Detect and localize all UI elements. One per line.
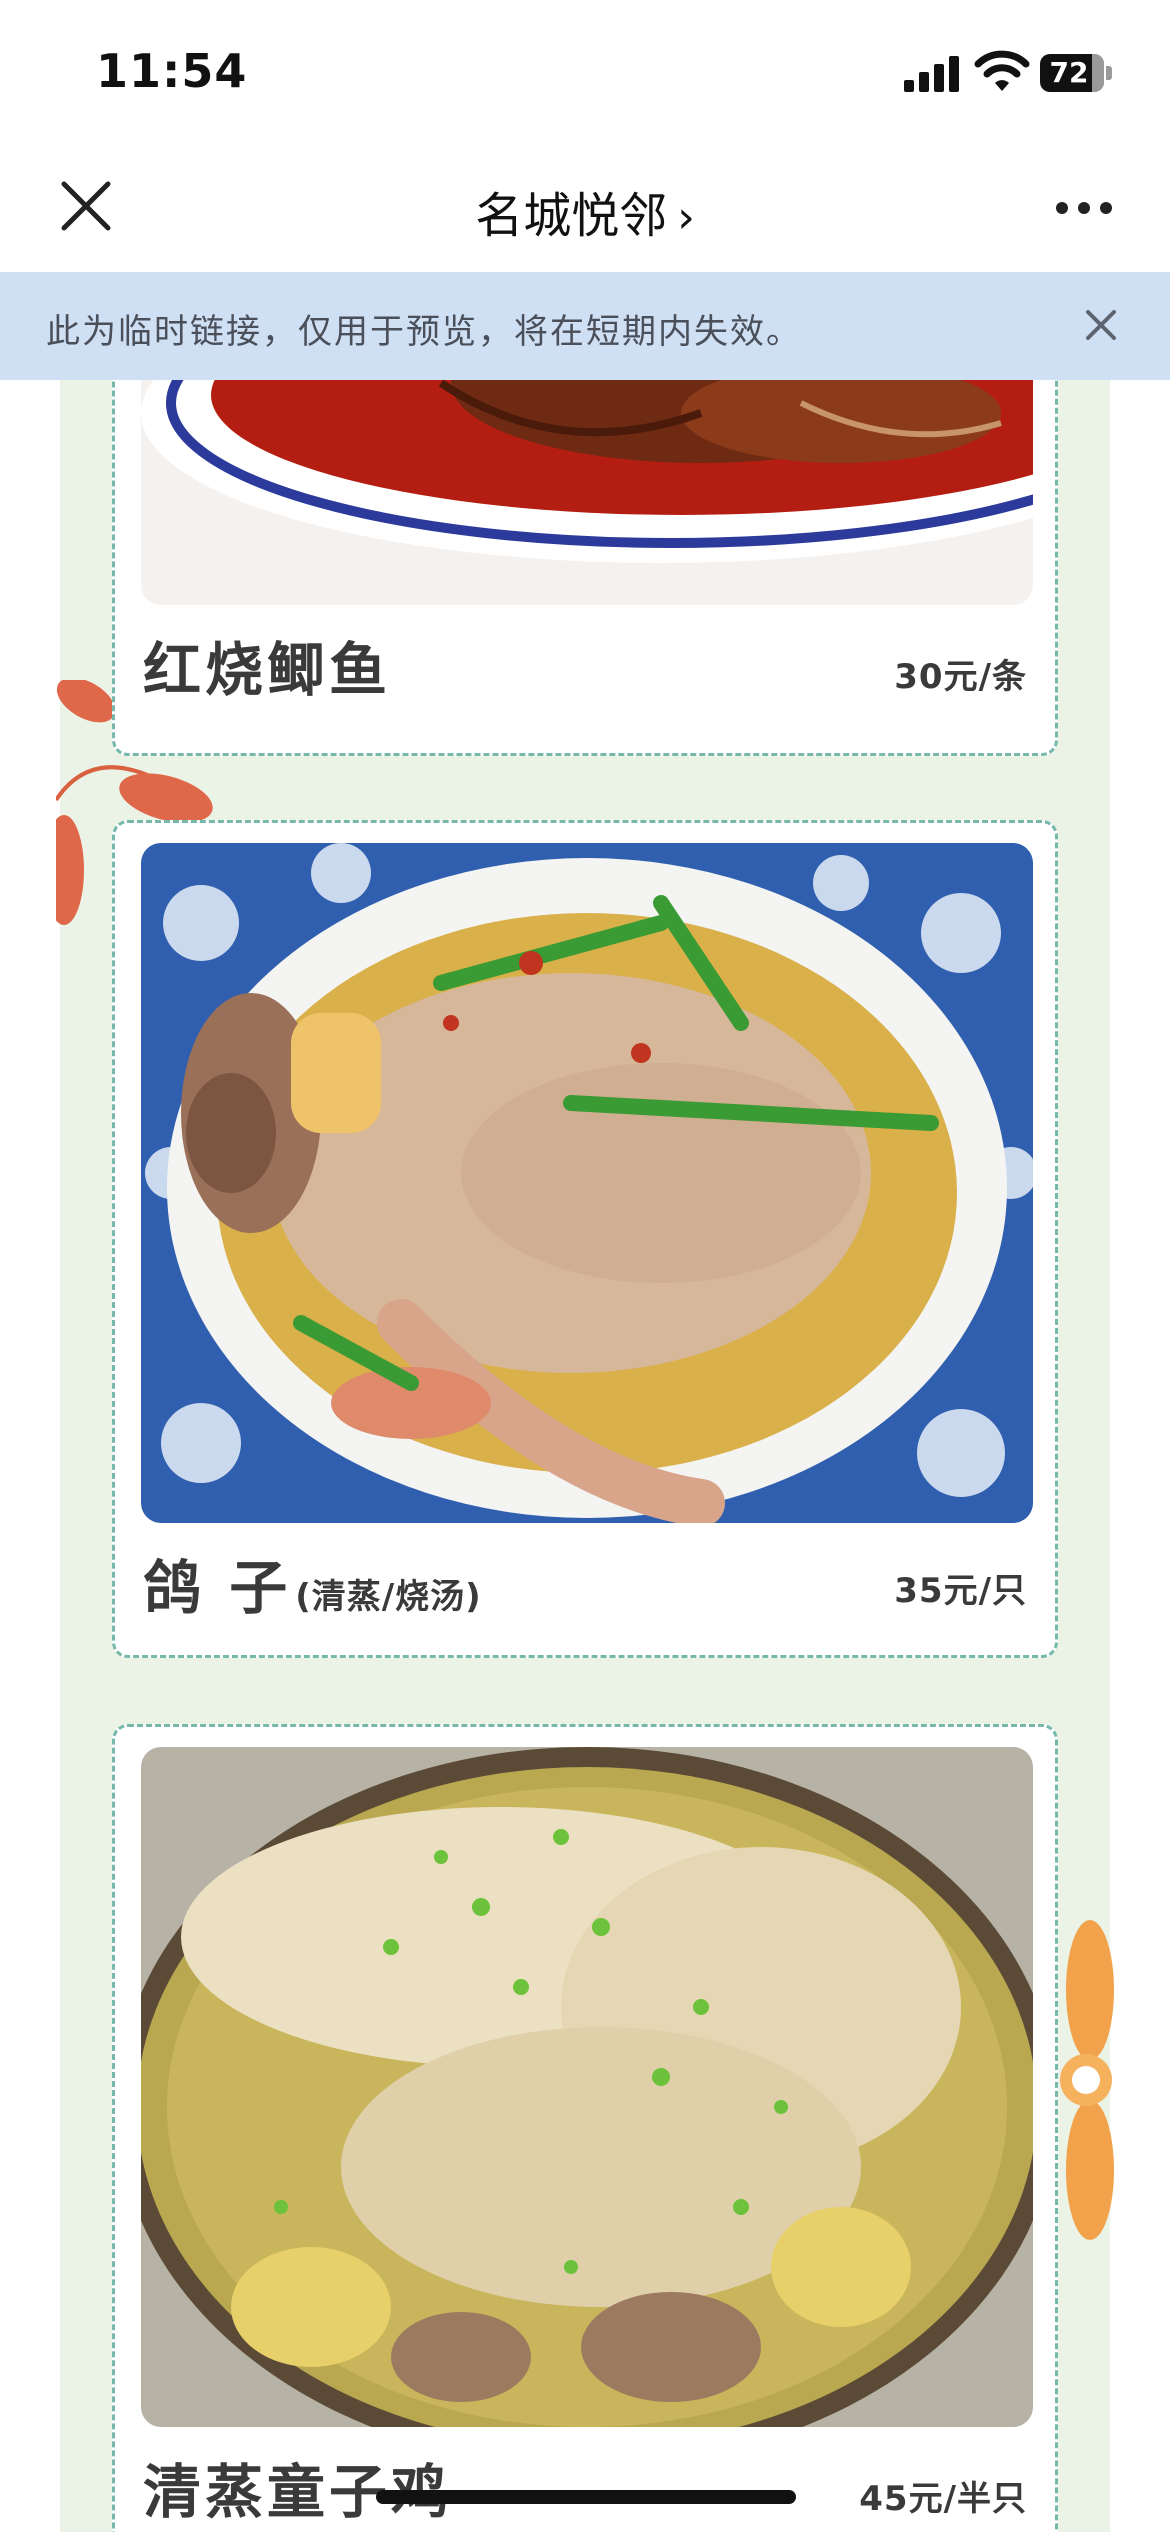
wifi-icon (974, 50, 1030, 91)
dish-name: 鸽 子 (清蒸/烧汤) (143, 1554, 482, 1622)
dish-price: 45元/半只 (859, 2479, 1027, 2519)
close-icon[interactable] (1076, 300, 1126, 350)
pigeon-soup-photo (141, 843, 1033, 1523)
status-time: 11:54 (96, 44, 248, 98)
dish-name: 红烧鲫鱼 (143, 636, 392, 704)
battery-icon: 72 (1040, 54, 1112, 92)
nav-bar: 名城悦邻 › (0, 140, 1170, 272)
dish-card[interactable]: 清蒸童子鸡 45元/半只 (112, 1724, 1058, 2532)
more-dots-icon[interactable] (1050, 192, 1120, 222)
dish-price: 35元/只 (894, 1571, 1027, 1611)
page-title-text: 名城悦邻 (475, 188, 668, 244)
status-bar: 11:54 72 (0, 0, 1170, 140)
menu-page[interactable]: 红烧鲫鱼 30元/条 鸽 子 (清蒸/烧汤) 35元/只 清蒸童子鸡 45元/半… (0, 380, 1170, 2532)
chevron-right-icon: › (677, 192, 695, 243)
page-title[interactable]: 名城悦邻 › (0, 176, 1170, 246)
dish-name: 清蒸童子鸡 (143, 2458, 454, 2526)
battery-level: 72 (1049, 56, 1089, 89)
flower-decoration (1060, 1920, 1114, 2240)
dish-card[interactable]: 红烧鲫鱼 30元/条 (112, 380, 1058, 756)
dish-card[interactable]: 鸽 子 (清蒸/烧汤) 35元/只 (112, 820, 1058, 1658)
steamed-spring-chicken-photo (141, 1747, 1033, 2427)
home-indicator[interactable] (376, 2490, 796, 2504)
temporary-link-notice: 此为临时链接，仅用于预览，将在短期内失效。 (0, 272, 1170, 380)
notice-text: 此为临时链接，仅用于预览，将在短期内失效。 (46, 312, 802, 352)
braised-crucian-carp-photo (141, 380, 1033, 605)
cellular-signal-icon (904, 56, 960, 92)
dish-price: 30元/条 (894, 657, 1027, 697)
